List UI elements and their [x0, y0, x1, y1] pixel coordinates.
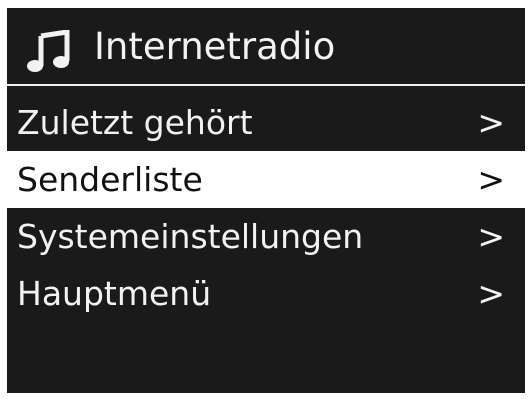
- menu-item-label: Zuletzt gehört: [17, 103, 253, 142]
- title-bar: Internetradio: [7, 8, 525, 86]
- menu-item-label: Senderliste: [17, 160, 203, 199]
- page-title: Internetradio: [94, 25, 336, 68]
- music-note-icon: [27, 30, 70, 72]
- menu-item-systemeinstellungen[interactable]: Systemeinstellungen >: [7, 208, 525, 265]
- menu-item-senderliste[interactable]: Senderliste >: [7, 151, 525, 208]
- chevron-right-icon: >: [477, 217, 505, 256]
- menu-item-label: Systemeinstellungen: [17, 217, 364, 256]
- menu-item-hauptmenue[interactable]: Hauptmenü >: [7, 265, 525, 322]
- chevron-right-icon: >: [477, 160, 505, 199]
- menu-item-label: Hauptmenü: [17, 274, 212, 313]
- chevron-right-icon: >: [477, 103, 505, 142]
- menu-item-zuletzt-gehoert[interactable]: Zuletzt gehört >: [7, 94, 525, 151]
- chevron-right-icon: >: [477, 274, 505, 313]
- radio-display: Internetradio Zuletzt gehört > Senderlis…: [7, 8, 525, 393]
- menu-list: Zuletzt gehört > Senderliste > Systemein…: [7, 94, 525, 322]
